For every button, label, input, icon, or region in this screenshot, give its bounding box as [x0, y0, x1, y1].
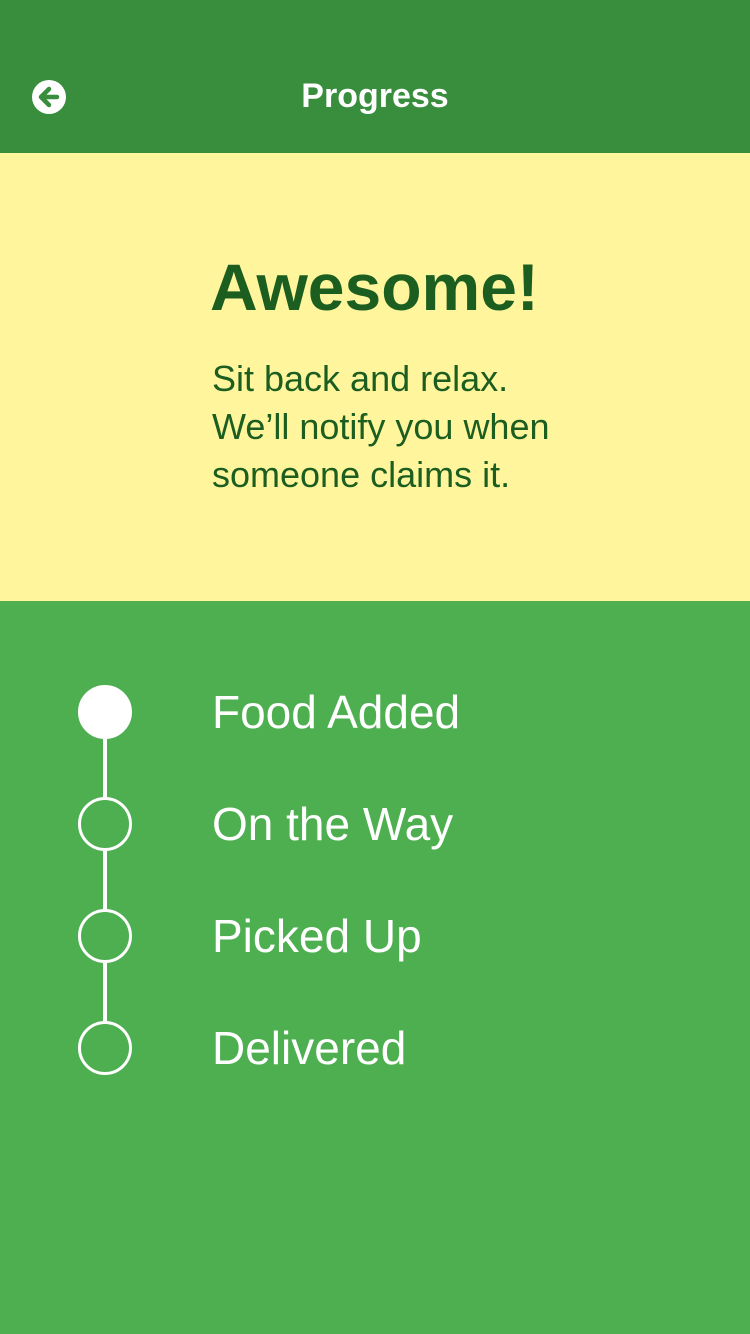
progress-screen: Progress Awesome! Sit back and relax. We…	[0, 0, 750, 1334]
step-indicator-picked-up	[78, 909, 132, 963]
step-indicator-food-added	[78, 685, 132, 739]
step-label-on-the-way: On the Way	[212, 798, 454, 850]
header-bar: Progress	[0, 0, 750, 153]
step-indicator-delivered	[78, 1021, 132, 1075]
step-label-food-added: Food Added	[212, 686, 461, 738]
confirmation-banner: Awesome! Sit back and relax. We’ll notif…	[0, 153, 750, 601]
step-label-delivered: Delivered	[212, 1022, 407, 1074]
banner-message: Sit back and relax. We’ll notify you whe…	[212, 355, 632, 499]
page-title: Progress	[301, 77, 449, 115]
step-indicator-on-the-way	[78, 797, 132, 851]
banner-message-line: someone claims it.	[212, 454, 511, 495]
banner-message-line: Sit back and relax.	[212, 358, 509, 399]
banner-message-line: We’ll notify you when	[212, 406, 550, 447]
banner-heading: Awesome!	[210, 250, 539, 324]
progress-steps: Food Added On the Way Picked Up Delivere…	[0, 601, 750, 1334]
step-label-picked-up: Picked Up	[212, 910, 422, 962]
